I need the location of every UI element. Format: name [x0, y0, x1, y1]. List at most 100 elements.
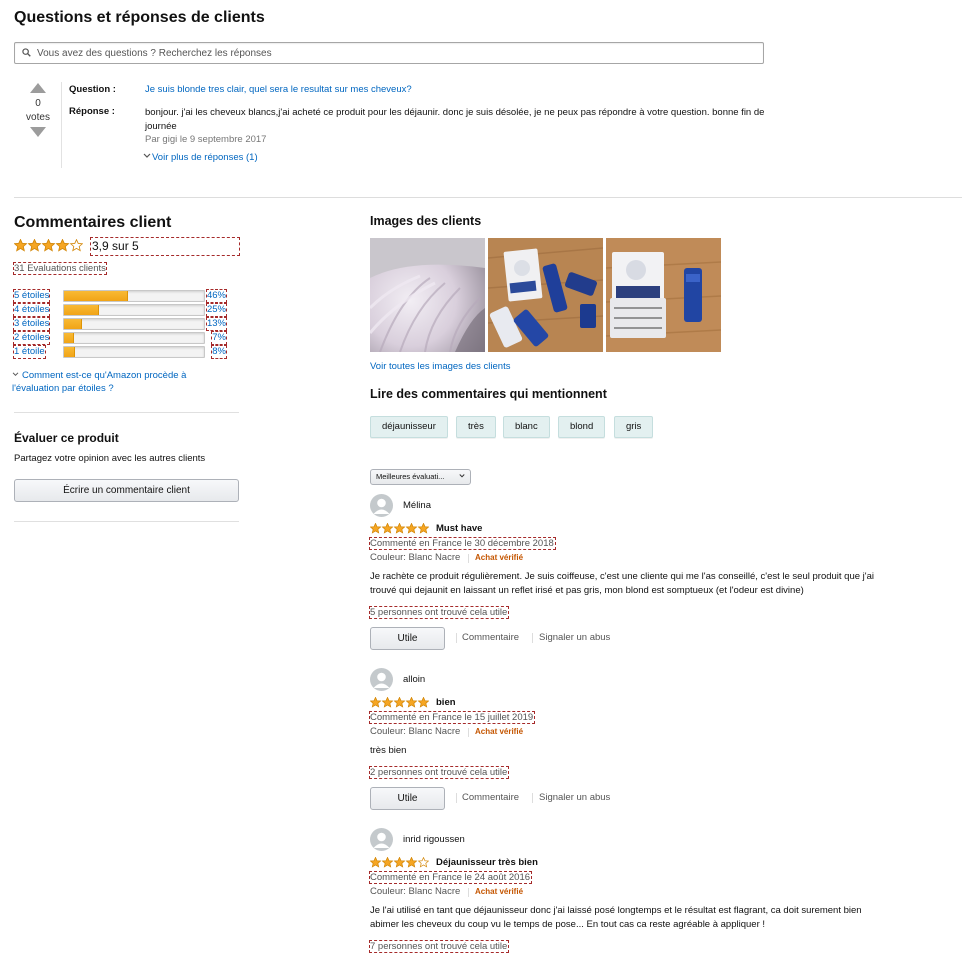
- chevron-down-icon: [143, 153, 151, 158]
- answer-label: Réponse :: [69, 106, 115, 117]
- report-abuse-link[interactable]: Signaler un abus: [539, 792, 610, 803]
- report-abuse-link[interactable]: Signaler un abus: [539, 632, 610, 643]
- qa-search-box[interactable]: [14, 42, 764, 64]
- histogram-row[interactable]: 1 étoile 8%: [13, 345, 227, 359]
- histogram-label[interactable]: 4 étoiles: [12, 303, 51, 317]
- vote-up-icon[interactable]: [30, 83, 46, 93]
- star-rating-icon: [369, 696, 430, 708]
- mention-chip[interactable]: déjaunisseur: [370, 416, 448, 438]
- review-stars[interactable]: [369, 522, 430, 537]
- helpful-count: 2 personnes ont trouvé cela utile: [368, 766, 510, 779]
- star-rating-icon: [369, 856, 430, 868]
- question-link[interactable]: Je suis blonde tres clair, quel sera le …: [145, 84, 412, 95]
- histogram-label[interactable]: 5 étoiles: [12, 289, 51, 303]
- chevron-down-icon: [12, 372, 19, 377]
- see-more-answers-label: Voir plus de réponses (1): [152, 152, 258, 163]
- review-item: inrid rigoussen Déjaunisseur très bien C…: [368, 828, 950, 962]
- mention-chip[interactable]: blond: [558, 416, 606, 438]
- reviewer-name: Mélina: [403, 500, 431, 511]
- histogram-row[interactable]: 4 étoiles 25%: [12, 303, 228, 317]
- separator: [532, 793, 533, 803]
- evaluate-subtitle: Partagez votre opinion avec les autres c…: [14, 453, 206, 464]
- histogram-bar[interactable]: [63, 304, 205, 316]
- review-variant[interactable]: Couleur: Blanc Nacre: [370, 886, 460, 897]
- review-body: très bien: [370, 745, 407, 756]
- review-date: Commenté en France le 15 juillet 2019: [368, 711, 536, 724]
- review-title[interactable]: bien: [436, 697, 456, 708]
- histogram-bar-fill: [64, 347, 76, 357]
- histogram-percent[interactable]: 8%: [211, 345, 227, 359]
- evaluate-title: Évaluer ce produit: [14, 431, 119, 445]
- review-body: Je rachète ce produit régulièrement. Je …: [370, 571, 874, 596]
- histogram-label[interactable]: 1 étoile: [13, 345, 46, 359]
- customer-images-title: Images des clients: [370, 214, 482, 228]
- qa-divider: [61, 82, 62, 168]
- vote-label: votes: [26, 112, 50, 123]
- comment-link[interactable]: Commentaire: [462, 792, 519, 803]
- avatar: [370, 828, 393, 851]
- review-item: alloin bien Commenté en France le 15 jui…: [368, 668, 950, 818]
- review-stars[interactable]: [369, 696, 430, 711]
- average-rating-text: 3,9 sur 5: [90, 237, 240, 256]
- review-title[interactable]: Must have: [436, 523, 482, 534]
- helpful-count: 7 personnes ont trouvé cela utile: [368, 940, 510, 953]
- histogram-bar-fill: [64, 333, 74, 343]
- separator: [456, 793, 457, 803]
- histogram-bar[interactable]: [63, 318, 205, 330]
- mention-chip[interactable]: très: [456, 416, 496, 438]
- comment-link[interactable]: Commentaire: [462, 632, 519, 643]
- customer-reviews-title: Commentaires client: [14, 214, 172, 231]
- review-variant[interactable]: Couleur: Blanc Nacre: [370, 552, 460, 563]
- ratings-count-link[interactable]: 31 Evaluations clients: [13, 262, 107, 275]
- avatar: [370, 668, 393, 691]
- divider: [14, 412, 239, 413]
- review-date: Commenté en France le 24 août 2016: [368, 871, 533, 884]
- histogram-row[interactable]: 3 étoiles 13%: [12, 317, 228, 331]
- helpful-count: 5 personnes ont trouvé cela utile: [368, 606, 510, 619]
- how-ratings-work-link[interactable]: Comment est-ce qu'Amazon procède à l'éva…: [12, 369, 202, 395]
- separator: [468, 728, 469, 737]
- customer-image-products[interactable]: [488, 238, 603, 352]
- star-rating-icon: [369, 522, 430, 534]
- histogram-row[interactable]: 2 étoiles 7%: [12, 331, 227, 345]
- divider: [14, 521, 239, 522]
- mention-chip[interactable]: gris: [614, 416, 654, 438]
- useful-button[interactable]: Utile: [370, 787, 445, 810]
- how-ratings-work-label: Comment est-ce qu'Amazon procède à l'éva…: [12, 370, 187, 394]
- histogram-percent[interactable]: 13%: [205, 317, 228, 331]
- review-title[interactable]: Déjaunisseur très bien: [436, 857, 538, 868]
- separator: [468, 554, 469, 563]
- sort-selected-value: Meilleures évaluati...: [376, 472, 445, 481]
- histogram-bar[interactable]: [63, 346, 205, 358]
- avatar: [370, 494, 393, 517]
- vote-count: 0: [35, 98, 41, 109]
- histogram-percent[interactable]: 46%: [205, 289, 228, 303]
- histogram-label[interactable]: 2 étoiles: [12, 331, 51, 345]
- review-date: Commenté en France le 30 décembre 2018: [369, 537, 556, 550]
- review-item: Mélina Must have Commenté en France le 3…: [368, 494, 950, 654]
- histogram-percent[interactable]: 7%: [211, 331, 227, 345]
- reviewer-name: inrid rigoussen: [403, 834, 465, 845]
- sort-dropdown[interactable]: Meilleures évaluati...: [370, 469, 471, 485]
- histogram-bar[interactable]: [63, 290, 205, 302]
- verified-badge: Achat vérifié: [475, 727, 524, 736]
- mention-chip[interactable]: blanc: [503, 416, 550, 438]
- histogram-label[interactable]: 3 étoiles: [12, 317, 51, 331]
- customer-image-hair[interactable]: [370, 238, 485, 352]
- answer-byline: Par gigi le 9 septembre 2017: [145, 134, 267, 145]
- write-review-button[interactable]: Écrire un commentaire client: [14, 479, 239, 502]
- review-variant[interactable]: Couleur: Blanc Nacre: [370, 726, 460, 737]
- chevron-down-icon: [459, 474, 465, 478]
- see-all-images-link[interactable]: Voir toutes les images des clients: [370, 361, 510, 372]
- useful-button[interactable]: Utile: [370, 627, 445, 650]
- review-stars[interactable]: [369, 856, 430, 871]
- average-stars: [13, 238, 84, 255]
- customer-image-boxes[interactable]: [606, 238, 721, 352]
- histogram-percent[interactable]: 25%: [205, 303, 228, 317]
- histogram-row[interactable]: 5 étoiles 46%: [12, 289, 228, 303]
- histogram-bar-fill: [64, 291, 129, 301]
- see-more-answers-link[interactable]: Voir plus de réponses (1): [143, 152, 258, 163]
- histogram-bar[interactable]: [63, 332, 205, 344]
- vote-down-icon[interactable]: [30, 127, 46, 137]
- qa-search-input[interactable]: [35, 45, 735, 61]
